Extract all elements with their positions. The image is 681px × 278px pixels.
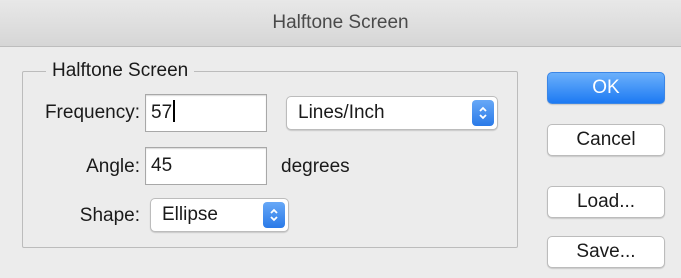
ok-button[interactable]: OK [547,72,665,104]
text-caret [173,100,176,122]
group-legend: Halftone Screen [46,60,195,82]
save-button[interactable]: Save... [547,236,665,268]
shape-value: Ellipse [162,204,218,225]
cancel-button[interactable]: Cancel [547,124,665,156]
frequency-input[interactable]: 57 [145,94,267,132]
angle-unit-label: degrees [281,156,350,177]
angle-value: 45 [151,155,173,176]
angle-input[interactable]: 45 [145,147,267,185]
frequency-unit-popup[interactable]: Lines/Inch [286,96,498,130]
frequency-unit-value: Lines/Inch [298,102,385,123]
updown-chevron-icon [263,202,285,228]
window-title: Halftone Screen [272,12,409,33]
updown-chevron-icon [472,100,494,126]
shape-label: Shape: [79,205,140,226]
shape-popup[interactable]: Ellipse [150,198,289,232]
load-button[interactable]: Load... [547,186,665,218]
frequency-label: Frequency: [44,102,140,123]
frequency-value: 57 [151,102,173,123]
angle-label: Angle: [86,156,140,177]
title-bar: Halftone Screen [0,0,681,47]
